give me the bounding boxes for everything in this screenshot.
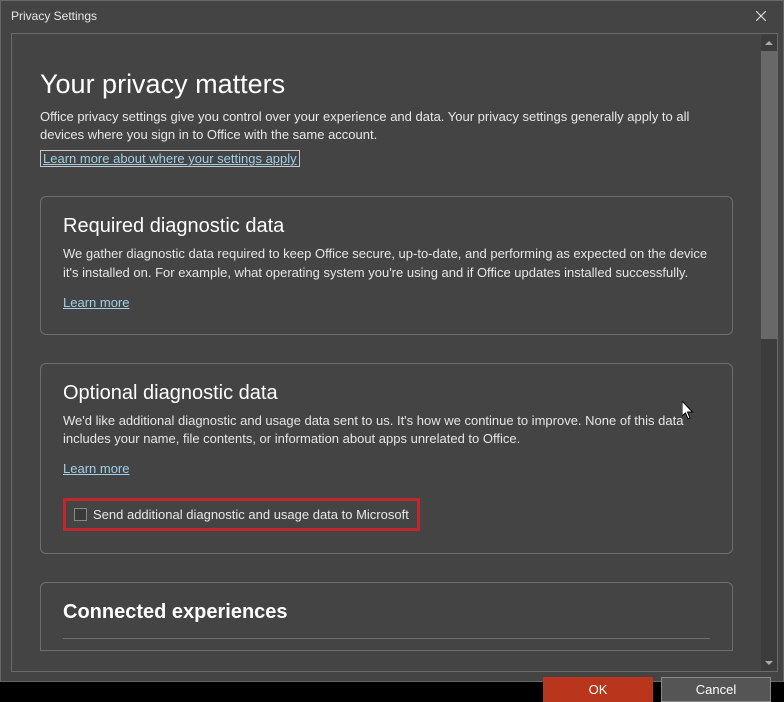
vertical-scrollbar[interactable] [761,34,777,671]
required-diagnostic-card: Required diagnostic data We gather diagn… [40,196,733,334]
chevron-down-icon [765,661,773,665]
optional-learn-more-link[interactable]: Learn more [63,461,129,476]
button-bar: OK Cancel [1,677,783,702]
ok-button[interactable]: OK [543,677,653,702]
connected-experiences-card: Connected experiences [40,582,733,651]
required-learn-more-link[interactable]: Learn more [63,295,129,310]
send-diagnostic-checkbox-row: Send additional diagnostic and usage dat… [63,498,420,531]
connected-heading: Connected experiences [63,601,710,624]
cancel-button[interactable]: Cancel [661,677,771,702]
window-title: Privacy Settings [11,9,97,23]
divider [63,638,710,650]
required-heading: Required diagnostic data [63,215,710,238]
learn-more-settings-link[interactable]: Learn more about where your settings app… [40,150,300,167]
scroll-up-button[interactable] [761,34,777,51]
send-diagnostic-checkbox[interactable] [74,508,87,521]
required-body: We gather diagnostic data required to ke… [63,245,710,281]
close-button[interactable] [738,1,783,31]
privacy-settings-dialog: Privacy Settings Your privacy matters Of… [0,0,784,682]
scroll-content: Your privacy matters Office privacy sett… [12,34,761,671]
optional-diagnostic-card: Optional diagnostic data We'd like addit… [40,363,733,554]
optional-heading: Optional diagnostic data [63,382,710,405]
scroll-thumb[interactable] [761,51,777,339]
content-frame: Your privacy matters Office privacy sett… [11,33,778,672]
send-diagnostic-label: Send additional diagnostic and usage dat… [93,507,409,522]
intro-text: Office privacy settings give you control… [40,108,733,144]
close-icon [756,11,766,21]
scroll-down-button[interactable] [761,654,777,671]
optional-body: We'd like additional diagnostic and usag… [63,412,710,448]
titlebar: Privacy Settings [1,1,783,31]
chevron-up-icon [765,41,773,45]
page-heading: Your privacy matters [40,69,733,100]
